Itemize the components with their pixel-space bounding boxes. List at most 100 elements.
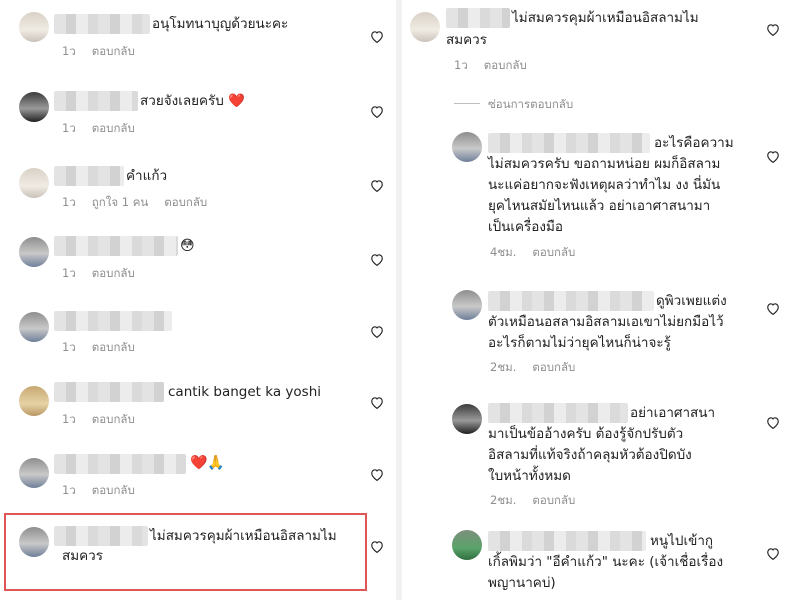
comment-time: 1ว (62, 121, 76, 135)
comment-time: 1ว (62, 483, 76, 497)
avatar[interactable] (452, 132, 482, 162)
like-heart-icon[interactable] (766, 150, 780, 163)
comment-meta: 1ว ตอบกลับ (62, 120, 151, 138)
comment-time: 1ว (62, 412, 76, 426)
reply-time: 4ชม. (490, 245, 517, 259)
left-comment-panel: อนุโมทนาบุญด้วยนะคะ 1ว ตอบกลับ สวยจังเลยค… (0, 0, 393, 600)
reply-link[interactable]: ตอบกลับ (532, 493, 575, 507)
username-blurred[interactable] (54, 382, 164, 402)
username-blurred[interactable] (446, 8, 510, 28)
reply-link[interactable]: ตอบกลับ (92, 44, 135, 58)
like-heart-icon[interactable] (766, 416, 780, 429)
comment-text: cantik banget ka yoshi (168, 384, 321, 400)
reply-link[interactable]: ตอบกลับ (532, 245, 575, 259)
comment-meta: 1ว ตอบกลับ (62, 43, 151, 61)
reply-link[interactable]: ตอบกลับ (532, 360, 575, 374)
reply-text-line: ใบหน้าทั้งหมด (488, 468, 571, 484)
reply-text-line: เป็นเครื่องมือ (488, 219, 564, 235)
reply-text-line: นะแค่อยากจะฟังเหตุผลว่าทำไม งง นี่มัน (488, 177, 721, 193)
username-blurred[interactable] (54, 526, 148, 546)
reply-text-line: ดูพิวเพยแต่ง (656, 293, 727, 309)
comment-text: ❤️🙏 (190, 455, 225, 471)
comment-text-line2: สมควร (62, 548, 104, 564)
username-blurred[interactable] (488, 403, 628, 423)
right-comment-panel: ไม่สมควรคุมผ้าเหมือนอิสลามไม สมควร 1วตอบ… (404, 0, 800, 600)
like-heart-icon[interactable] (370, 253, 384, 266)
avatar[interactable] (19, 458, 49, 488)
panel-divider (396, 0, 402, 600)
reply-time: 2ชม. (490, 360, 517, 374)
like-heart-icon[interactable] (370, 396, 384, 409)
reply-text-line: อย่าเอาศาสนา (630, 405, 716, 421)
avatar[interactable] (452, 290, 482, 320)
reply-link[interactable]: ตอบกลับ (92, 121, 135, 135)
like-heart-icon[interactable] (370, 325, 384, 338)
replies-line (454, 103, 480, 104)
like-heart-icon[interactable] (370, 540, 384, 553)
username-blurred[interactable] (488, 133, 650, 153)
comment-meta: 1ว ตอบกลับ (62, 339, 151, 357)
comment-meta: 1ว ตอบกลับ (62, 482, 151, 500)
like-heart-icon[interactable] (370, 179, 384, 192)
reply-time: 2ชม. (490, 493, 517, 507)
like-heart-icon[interactable] (370, 468, 384, 481)
reply-text-line: หนูไปเข้ากู (650, 533, 714, 549)
avatar[interactable] (19, 312, 49, 342)
avatar[interactable] (19, 386, 49, 416)
username-blurred[interactable] (54, 311, 172, 331)
like-heart-icon[interactable] (766, 547, 780, 560)
comment-meta: 1ว ตอบกลับ (62, 265, 151, 283)
reply-text-line: ยุคไหนสมัยไหนแล้ว อย่าเอาศาสนามา (488, 198, 711, 214)
reply-text-line: ไม่สมควรครับ ขอถามหน่อย ผมก็อิสลาม (488, 156, 721, 172)
comment-time: 1ว (454, 58, 468, 72)
comment-time: 1ว (62, 340, 76, 354)
username-blurred[interactable] (54, 14, 150, 34)
avatar[interactable] (19, 92, 49, 122)
reply-link[interactable]: ตอบกลับ (484, 58, 527, 72)
comment-meta: 1ว ตอบกลับ (454, 57, 543, 75)
reply-meta: 2ชม. ตอบกลับ (490, 492, 591, 510)
comment-meta: 1ว ถูกใจ 1 คน ตอบกลับ (62, 194, 223, 212)
comment-text-line1: ไม่สมควรคุมผ้าเหมือนอิสลามไม (150, 528, 337, 544)
username-blurred[interactable] (54, 236, 178, 256)
comment-text-line1: ไม่สมควรคุมผ้าเหมือนอิสลามไม (512, 10, 699, 26)
avatar[interactable] (19, 237, 49, 267)
comment-time: 1ว (62, 266, 76, 280)
avatar[interactable] (19, 12, 49, 42)
reply-text-line: พญานาคบ่) (488, 575, 556, 591)
comment-meta: 1ว ตอบกลับ (62, 411, 151, 429)
reply-link[interactable]: ตอบกลับ (164, 195, 207, 209)
username-blurred[interactable] (488, 531, 646, 551)
comment-text: 😳 (180, 238, 195, 254)
comment-text-line2: สมควร (446, 32, 488, 48)
hide-replies-link[interactable]: ซ่อนการตอบกลับ (488, 96, 573, 114)
like-heart-icon[interactable] (766, 302, 780, 315)
avatar[interactable] (19, 168, 49, 198)
reply-text-line: เกิ้ลพิมว่า "อีคำแก้ว" นะคะ (เจ้าเชื่อเร… (488, 554, 724, 570)
comment-time: 1ว (62, 195, 76, 209)
username-blurred[interactable] (488, 291, 654, 311)
like-heart-icon[interactable] (370, 30, 384, 43)
username-blurred[interactable] (54, 91, 138, 111)
reply-text-line: อิสลามที่แท้จริงถ้าคลุมหัวต้องปิดบัง (488, 447, 692, 463)
reply-link[interactable]: ตอบกลับ (92, 483, 135, 497)
avatar[interactable] (452, 530, 482, 560)
comment-text: คำแก้ว (126, 168, 168, 184)
like-heart-icon[interactable] (766, 23, 780, 36)
reply-link[interactable]: ตอบกลับ (92, 340, 135, 354)
reply-text-line: ตัวเหมือนอสลามอิสลามเอเขาไม่ยกมือไว้ (488, 314, 724, 330)
like-count[interactable]: ถูกใจ 1 คน (92, 195, 148, 209)
like-heart-icon[interactable] (370, 105, 384, 118)
reply-meta: 4ชม. ตอบกลับ (490, 244, 591, 262)
reply-link[interactable]: ตอบกลับ (92, 412, 135, 426)
username-blurred[interactable] (54, 166, 124, 186)
reply-text-line: อะไรก็ตามไม่ว่ายุคไหนก็น่าจะรู้ (488, 335, 671, 351)
avatar[interactable] (452, 404, 482, 434)
comment-time: 1ว (62, 44, 76, 58)
reply-link[interactable]: ตอบกลับ (92, 266, 135, 280)
avatar[interactable] (410, 12, 440, 42)
username-blurred[interactable] (54, 454, 186, 474)
avatar[interactable] (19, 527, 49, 557)
highlighted-comment-box (4, 513, 367, 591)
reply-meta: 2ชม. ตอบกลับ (490, 359, 591, 377)
